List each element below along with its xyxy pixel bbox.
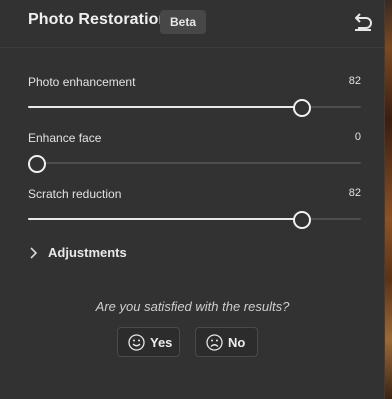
track-base <box>28 162 361 164</box>
slider-thumb[interactable] <box>28 155 46 173</box>
no-button[interactable]: No <box>195 327 258 357</box>
slider-enhance-face: Enhance face 0 <box>28 131 361 179</box>
slider-thumb[interactable] <box>293 99 311 117</box>
slider-track[interactable] <box>28 155 361 173</box>
track-fill <box>28 218 301 220</box>
canvas-edge-image <box>385 0 392 399</box>
adjustments-label: Adjustments <box>48 245 127 260</box>
slider-label: Photo enhancement <box>28 75 136 89</box>
yes-button[interactable]: Yes <box>117 327 180 357</box>
undo-arrow-icon[interactable] <box>352 12 374 32</box>
slider-value[interactable]: 82 <box>349 75 361 87</box>
slider-label: Enhance face <box>28 131 102 145</box>
track-fill <box>28 106 301 108</box>
slider-label: Scratch reduction <box>28 187 122 201</box>
adjustments-toggle[interactable]: Adjustments <box>28 244 168 264</box>
yes-label: Yes <box>150 335 173 350</box>
slider-value[interactable]: 82 <box>349 187 361 199</box>
slider-track[interactable] <box>28 99 361 117</box>
frown-icon <box>206 334 223 351</box>
panel-title: Photo Restoration <box>28 11 169 28</box>
slider-track[interactable] <box>28 211 361 229</box>
slider-thumb[interactable] <box>293 211 311 229</box>
beta-badge: Beta <box>160 10 207 34</box>
feedback-question: Are you satisfied with the results? <box>95 299 290 314</box>
no-label: No <box>228 335 246 350</box>
photo-restoration-panel: Photo Restoration Beta Photo enhancement… <box>0 0 385 399</box>
slider-value[interactable]: 0 <box>355 131 361 143</box>
slider-photo-enhancement: Photo enhancement 82 <box>28 75 361 123</box>
slider-scratch-reduction: Scratch reduction 82 <box>28 187 361 235</box>
panel-header: Photo Restoration Beta <box>0 0 385 48</box>
chevron-right-icon <box>28 246 40 260</box>
smile-icon <box>128 334 145 351</box>
